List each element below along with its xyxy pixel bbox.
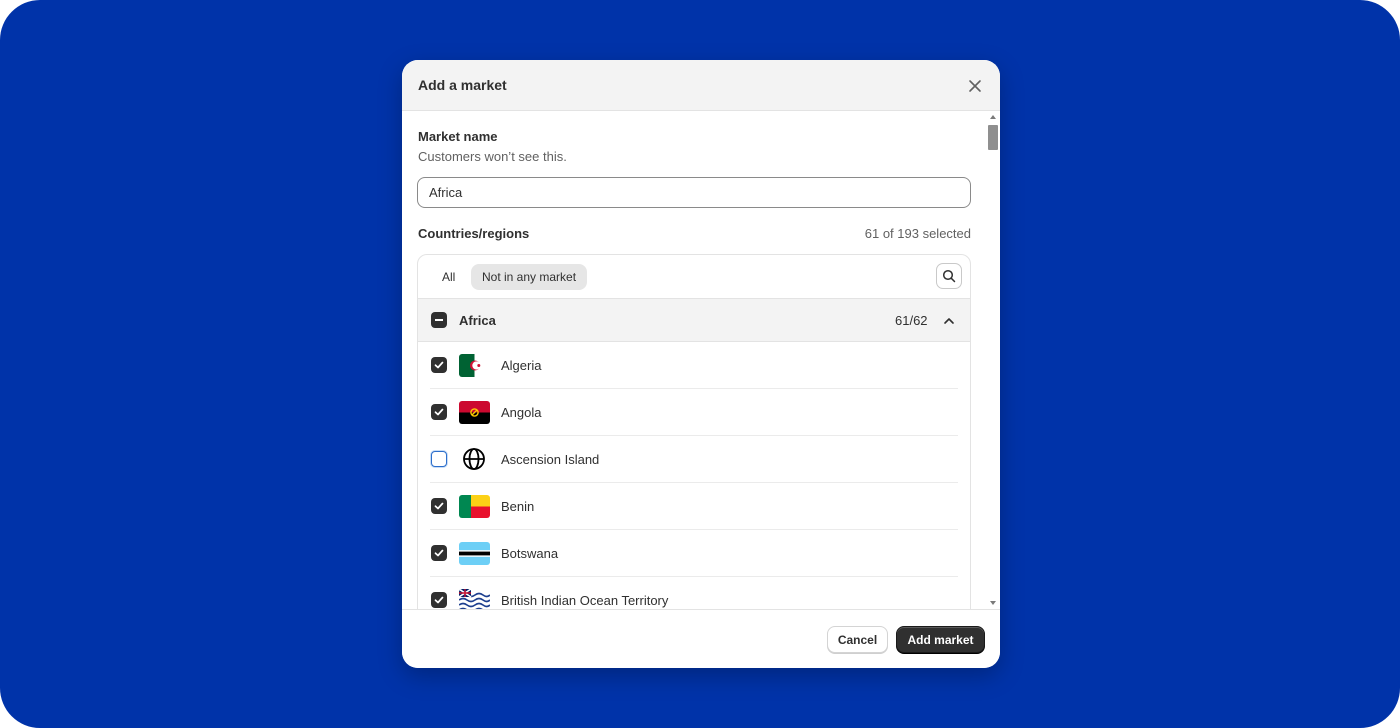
search-button[interactable] (936, 263, 962, 289)
country-checkbox-checked[interactable] (431, 498, 447, 514)
benin-flag-icon (459, 495, 490, 518)
country-name: Algeria (501, 358, 542, 373)
algeria-flag-icon (459, 354, 490, 377)
modal-scrollbar[interactable] (988, 115, 998, 609)
filter-tabs: All Not in any market (418, 255, 970, 298)
tab-not-in-any-market[interactable]: Not in any market (471, 264, 588, 290)
check-icon (434, 596, 444, 604)
add-market-button[interactable]: Add market (896, 626, 985, 653)
country-name: Botswana (501, 546, 559, 561)
country-checkbox-unchecked[interactable] (431, 451, 447, 467)
country-checkbox-checked[interactable] (431, 545, 447, 561)
close-button[interactable] (964, 75, 986, 97)
check-icon (434, 408, 444, 416)
scroll-thumb[interactable] (988, 125, 998, 150)
botswana-flag-icon (459, 542, 490, 565)
modal-footer: Cancel Add market (402, 609, 1000, 668)
group-row-africa[interactable]: Africa 61/62 (418, 298, 970, 342)
check-icon (434, 549, 444, 557)
countries-list: All Not in any market Africa 61/62 Alger… (417, 254, 971, 609)
country-checkbox-checked[interactable] (431, 592, 447, 608)
country-checkbox-checked[interactable] (431, 357, 447, 373)
list-item[interactable]: British Indian Ocean Territory (430, 577, 958, 609)
list-item[interactable]: Algeria (430, 342, 958, 389)
modal-header: Add a market (402, 60, 1000, 111)
country-checkbox-checked[interactable] (431, 404, 447, 420)
check-icon (434, 361, 444, 369)
scroll-down-arrow[interactable] (990, 601, 996, 605)
group-count: 61/62 (895, 313, 928, 328)
market-name-label: Market name (418, 129, 498, 144)
market-name-help: Customers won’t see this. (418, 149, 567, 164)
group-name: Africa (459, 313, 496, 328)
list-item[interactable]: Ascension Island (430, 436, 958, 483)
search-icon (942, 269, 956, 283)
modal-body: Market name Customers won’t see this. Co… (402, 111, 1000, 609)
cancel-button[interactable]: Cancel (827, 626, 888, 653)
country-name: Ascension Island (501, 452, 600, 467)
british-indian-ocean-territory-flag-icon (459, 589, 490, 609)
market-name-input[interactable] (417, 177, 971, 208)
check-icon (434, 502, 444, 510)
scroll-up-arrow[interactable] (990, 115, 996, 119)
countries-label: Countries/regions (418, 226, 530, 241)
list-item[interactable]: Angola (430, 389, 958, 436)
country-rows: Algeria Angola Ascension Island Benin Bo… (418, 342, 970, 609)
angola-flag-icon (459, 401, 490, 424)
modal-title: Add a market (418, 77, 507, 93)
selected-count: 61 of 193 selected (864, 226, 971, 241)
chevron-up-icon[interactable] (942, 314, 956, 328)
tab-all[interactable]: All (431, 264, 466, 290)
add-market-modal: Add a market Market name Customers won’t… (402, 60, 1000, 668)
globe-icon (463, 448, 485, 470)
country-name: British Indian Ocean Territory (501, 593, 669, 608)
list-item[interactable]: Benin (430, 483, 958, 530)
close-icon (969, 80, 981, 92)
group-checkbox-indeterminate[interactable] (431, 312, 447, 328)
country-name: Angola (501, 405, 542, 420)
country-name: Benin (501, 499, 535, 514)
list-item[interactable]: Botswana (430, 530, 958, 577)
